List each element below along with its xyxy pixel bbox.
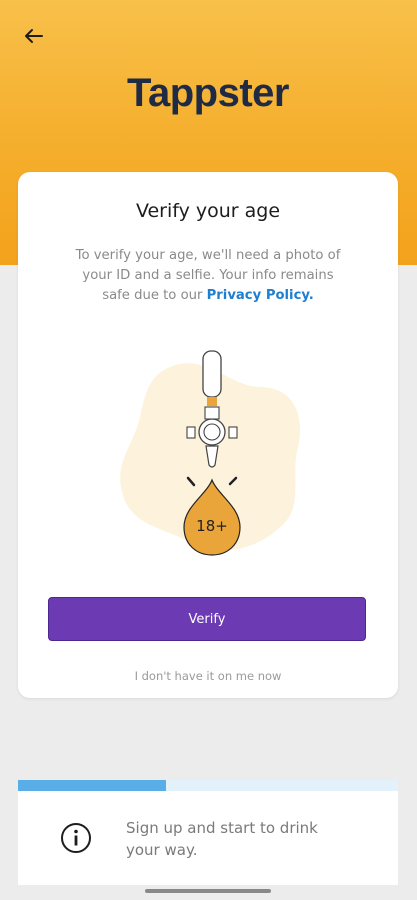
- signup-message: Sign up and start to drink your way.: [126, 819, 318, 859]
- card-title: Verify your age: [135, 200, 281, 222]
- info-icon: [61, 823, 91, 853]
- privacy-policy-link[interactable]: Privacy Policy.: [207, 288, 314, 303]
- arrow-left-icon: [25, 29, 43, 43]
- verify-button[interactable]: Verify: [48, 597, 366, 641]
- progress-bar: [18, 780, 398, 791]
- beer-tap-illustration: 18+: [120, 350, 301, 556]
- card-description: To verify your age, we'll need a photo o…: [68, 246, 348, 306]
- home-indicator: [145, 889, 271, 893]
- progress-fill: [18, 780, 167, 791]
- verify-age-card: Verify your age To verify your age, we'l…: [18, 172, 398, 698]
- back-button[interactable]: [18, 22, 50, 50]
- tappster-logo: Tappster: [127, 71, 289, 115]
- no-id-link[interactable]: I don't have it on me now: [18, 669, 398, 683]
- age-badge: 18+: [196, 517, 228, 535]
- logo-text: Tappster: [127, 71, 289, 115]
- signup-progress-card: Sign up and start to drink your way.: [18, 780, 398, 885]
